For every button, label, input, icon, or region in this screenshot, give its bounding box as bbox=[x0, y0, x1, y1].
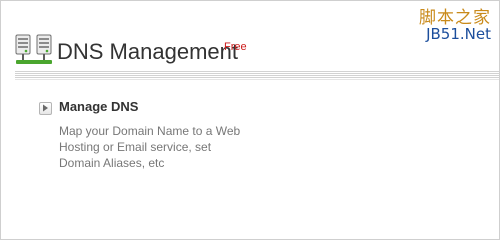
watermark-logo: 脚本之家 JB51.Net bbox=[387, 3, 491, 47]
free-badge: Free bbox=[224, 41, 247, 53]
header-divider bbox=[15, 71, 499, 80]
server-network-icon bbox=[15, 33, 53, 67]
manage-dns-description: Map your Domain Name to a Web Hosting or… bbox=[59, 123, 259, 171]
dns-management-panel: 脚本之家 JB51.Net DNS Management Free Manage… bbox=[0, 0, 500, 240]
page-title: DNS Management bbox=[57, 39, 238, 64]
description-line: Domain Aliases, etc bbox=[59, 156, 165, 170]
watermark-text-bottom: JB51.Net bbox=[426, 25, 491, 43]
expand-arrow-icon[interactable] bbox=[39, 102, 52, 115]
description-line: Map your Domain Name to a Web bbox=[59, 124, 241, 138]
manage-dns-link[interactable]: Manage DNS bbox=[59, 99, 138, 114]
description-line: Hosting or Email service, set bbox=[59, 140, 212, 154]
